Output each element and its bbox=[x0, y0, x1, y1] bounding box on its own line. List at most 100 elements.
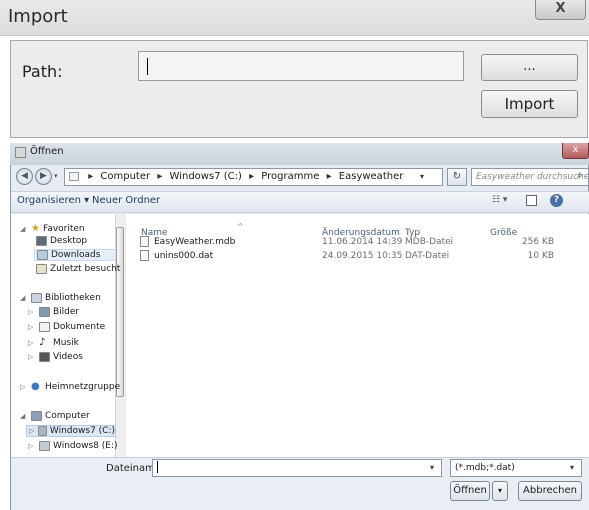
collapse-triangle-icon: ▷ bbox=[28, 442, 34, 450]
nav-item-label: Windows7 (C:) bbox=[49, 426, 115, 436]
open-close-button[interactable]: x bbox=[562, 143, 589, 159]
file-date: 24.09.2015 10:35 bbox=[322, 251, 403, 261]
music-icon: ♪ bbox=[39, 337, 46, 348]
nav-item-windows8-drive[interactable]: ▷ Windows8 (E:) bbox=[28, 441, 118, 451]
homegroup-icon: ● bbox=[31, 381, 40, 392]
libraries-icon bbox=[31, 293, 42, 303]
file-size: 256 KB bbox=[521, 237, 554, 247]
collapse-triangle-icon: ▷ bbox=[28, 323, 34, 331]
text-caret bbox=[157, 461, 158, 473]
nav-item-label: Downloads bbox=[51, 250, 101, 260]
nav-item-label: Windows8 (E:) bbox=[53, 441, 118, 451]
drive-icon bbox=[39, 441, 50, 451]
nav-item-label: Computer bbox=[45, 411, 90, 421]
organize-menu-button[interactable]: Organisieren ▾ bbox=[17, 195, 89, 206]
browse-button[interactable]: ... bbox=[481, 54, 578, 81]
collapse-triangle-icon: ▷ bbox=[29, 427, 35, 435]
navigation-scrollbar-thumb[interactable] bbox=[116, 227, 124, 397]
expand-triangle-icon: ◢ bbox=[20, 224, 26, 233]
collapse-triangle-icon: ▷ bbox=[20, 382, 26, 391]
nav-item-label: Desktop bbox=[50, 236, 88, 246]
import-title-bar bbox=[0, 0, 589, 36]
chevron-down-icon: ▾ bbox=[497, 486, 502, 495]
open-dialog-icon bbox=[15, 147, 26, 158]
expand-triangle-icon: ◢ bbox=[20, 294, 26, 302]
path-label: Path: bbox=[22, 62, 63, 81]
nav-item-documents[interactable]: ▷ Dokumente bbox=[28, 322, 105, 332]
nav-item-desktop[interactable]: Desktop bbox=[36, 236, 87, 246]
collapse-triangle-icon: ▷ bbox=[28, 308, 34, 316]
search-icon: ⌕ bbox=[577, 170, 583, 181]
breadcrumb-chevron-icon: ▸ bbox=[326, 171, 332, 182]
arrow-right-icon: ▶ bbox=[40, 171, 47, 181]
filetype-select[interactable]: (*.mdb;*.dat) bbox=[450, 459, 582, 477]
nav-item-pictures[interactable]: ▷ Bilder bbox=[28, 307, 79, 317]
open-button[interactable]: Öffnen bbox=[450, 481, 490, 501]
nav-item-downloads[interactable]: Downloads bbox=[34, 249, 116, 261]
recent-locations-dropdown[interactable]: ▾ bbox=[54, 172, 58, 180]
breadcrumb-chevron-icon: ▸ bbox=[88, 171, 94, 182]
expand-triangle-icon: ◢ bbox=[20, 412, 26, 420]
nav-item-libraries[interactable]: ◢ Bibliotheken bbox=[20, 293, 101, 303]
arrow-left-icon: ◀ bbox=[21, 171, 28, 181]
recent-places-icon bbox=[36, 264, 47, 274]
search-input[interactable]: Easyweather durchsuchen bbox=[471, 168, 589, 186]
breadcrumb-chevron-icon: ▸ bbox=[249, 171, 255, 182]
nav-item-label: Bibliotheken bbox=[45, 293, 101, 303]
path-input[interactable] bbox=[138, 51, 464, 81]
filetype-dropdown-icon[interactable]: ▾ bbox=[570, 463, 574, 472]
star-icon: ★ bbox=[31, 223, 40, 234]
text-caret bbox=[147, 58, 148, 75]
nav-item-label: Heimnetzgruppe bbox=[45, 381, 121, 392]
view-options-icon[interactable]: ☷ ▾ bbox=[492, 195, 507, 205]
refresh-button[interactable]: ↻ bbox=[447, 168, 467, 186]
drive-icon bbox=[38, 426, 47, 436]
nav-item-label: Videos bbox=[53, 352, 83, 362]
import-window-title: Import bbox=[8, 6, 68, 27]
nav-item-windows7-drive[interactable]: ▷ Windows7 (C:) bbox=[26, 425, 116, 437]
downloads-icon bbox=[37, 250, 48, 260]
file-type: MDB-Datei bbox=[405, 237, 454, 247]
file-size: 10 KB bbox=[527, 251, 554, 261]
collapse-triangle-icon: ▷ bbox=[28, 338, 34, 347]
open-button-menu[interactable]: ▾ bbox=[492, 481, 508, 501]
nav-item-music[interactable]: ▷ ♪ Musik bbox=[28, 337, 79, 348]
breadcrumb-windows7[interactable]: Windows7 (C:) bbox=[170, 171, 242, 182]
nav-item-computer[interactable]: ◢ Computer bbox=[20, 411, 90, 421]
nav-item-label: Bilder bbox=[53, 307, 80, 317]
import-close-button[interactable]: X bbox=[535, 0, 586, 20]
file-name[interactable]: unins000.dat bbox=[154, 251, 213, 261]
preview-pane-icon[interactable] bbox=[526, 195, 537, 206]
forward-button[interactable]: ▶ bbox=[35, 168, 52, 185]
nav-item-recent[interactable]: Zuletzt besucht bbox=[36, 264, 120, 274]
filename-dropdown-icon[interactable]: ▾ bbox=[430, 463, 434, 472]
open-dialog-title: Öffnen bbox=[30, 146, 64, 157]
nav-item-videos[interactable]: ▷ Videos bbox=[28, 352, 83, 362]
documents-icon bbox=[39, 322, 50, 332]
breadcrumb-chevron-icon: ▸ bbox=[157, 171, 163, 182]
file-icon bbox=[140, 236, 149, 247]
desktop-icon bbox=[36, 236, 47, 246]
breadcrumb-programme[interactable]: Programme bbox=[261, 171, 319, 182]
nav-item-homegroup[interactable]: ▷ ● Heimnetzgruppe bbox=[20, 381, 120, 392]
folder-icon bbox=[69, 171, 79, 181]
nav-item-label: Zuletzt besucht bbox=[50, 264, 121, 274]
nav-item-favorites[interactable]: ◢ ★ Favoriten bbox=[20, 223, 85, 234]
breadcrumb-easyweather[interactable]: Easyweather bbox=[339, 171, 404, 182]
address-bar[interactable]: ▸ Computer ▸ Windows7 (C:) ▸ Programme ▸… bbox=[64, 168, 443, 186]
cancel-button[interactable]: Abbrechen bbox=[518, 481, 582, 501]
back-button[interactable]: ◀ bbox=[16, 168, 33, 185]
collapse-triangle-icon: ▷ bbox=[28, 353, 34, 361]
file-name[interactable]: EasyWeather.mdb bbox=[154, 237, 235, 247]
help-icon[interactable]: ? bbox=[550, 194, 563, 207]
refresh-icon: ↻ bbox=[452, 171, 462, 182]
file-icon bbox=[140, 250, 149, 261]
import-button[interactable]: Import bbox=[481, 90, 578, 118]
file-date: 11.06.2014 14:39 bbox=[322, 237, 403, 247]
address-dropdown-icon[interactable]: ▾ bbox=[420, 172, 424, 181]
new-folder-button[interactable]: Neuer Ordner bbox=[92, 195, 160, 206]
file-type: DAT-Datei bbox=[405, 251, 450, 261]
filename-input[interactable] bbox=[152, 459, 442, 477]
breadcrumb-computer[interactable]: Computer bbox=[100, 171, 150, 182]
sort-arrow-icon: ^ bbox=[237, 222, 244, 231]
